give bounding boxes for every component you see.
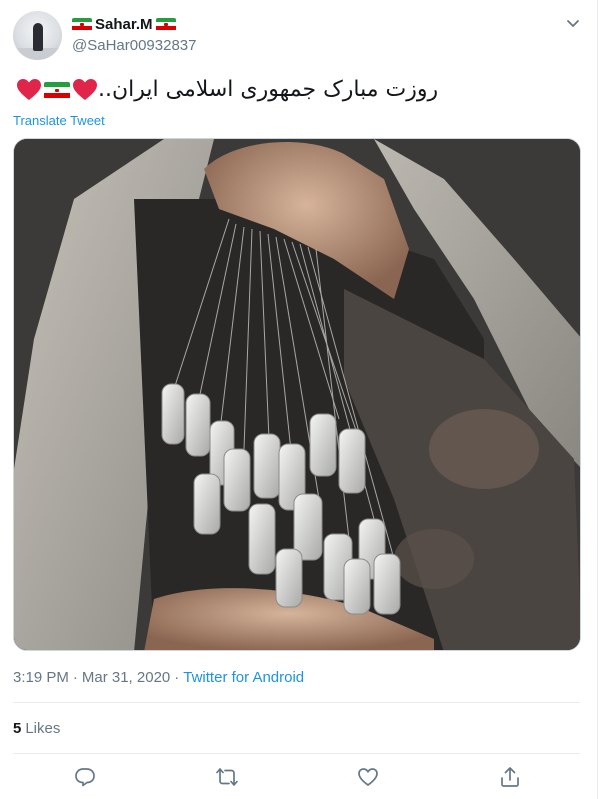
tweet-text: روزت مبارک جمهوری اسلامی ایران.. bbox=[98, 77, 439, 102]
heart-emoji-icon bbox=[73, 79, 97, 100]
like-button[interactable] bbox=[355, 764, 381, 790]
meta-separator: · bbox=[174, 669, 180, 686]
user-handle[interactable]: @SaHar00932837 bbox=[72, 37, 196, 54]
display-name[interactable]: Sahar.M bbox=[95, 16, 153, 33]
tweet-date[interactable]: Mar 31, 2020 bbox=[82, 669, 170, 686]
display-name-row[interactable]: Sahar.M bbox=[72, 14, 196, 34]
author-block[interactable]: Sahar.M @SaHar00932837 bbox=[72, 14, 196, 54]
emoji-group bbox=[16, 78, 98, 102]
divider bbox=[13, 753, 580, 754]
tweet-text-row: روزت مبارک جمهوری اسلامی ایران.. bbox=[14, 74, 579, 106]
likes-label: Likes bbox=[25, 720, 61, 737]
meta-separator: · bbox=[72, 669, 78, 686]
tweet-source-link[interactable]: Twitter for Android bbox=[183, 669, 304, 686]
tweet-time[interactable]: 3:19 PM bbox=[13, 669, 69, 686]
retweet-icon bbox=[216, 768, 238, 786]
reply-icon bbox=[75, 768, 95, 787]
chevron-down-icon[interactable] bbox=[564, 14, 582, 32]
tweet-card: Sahar.M @SaHar00932837 روزت مبارک جمهوری… bbox=[0, 0, 598, 799]
tweet-actions-bar bbox=[0, 764, 598, 790]
translate-tweet-link[interactable]: Translate Tweet bbox=[13, 113, 105, 128]
iran-flag-icon bbox=[155, 17, 176, 31]
tweet-media-image[interactable] bbox=[13, 138, 581, 651]
likes-count-link[interactable]: 5 Likes bbox=[13, 720, 60, 737]
retweet-button[interactable] bbox=[214, 764, 240, 790]
divider bbox=[13, 702, 580, 703]
heart-emoji-icon bbox=[17, 79, 41, 100]
share-button[interactable] bbox=[497, 764, 523, 790]
iran-flag-icon bbox=[44, 81, 70, 99]
iran-flag-icon bbox=[72, 17, 92, 31]
reply-button[interactable] bbox=[72, 764, 98, 790]
avatar[interactable] bbox=[13, 11, 62, 60]
share-icon bbox=[501, 767, 519, 787]
tweet-metadata: 3:19 PM · Mar 31, 2020 · Twitter for And… bbox=[13, 669, 304, 686]
likes-count: 5 bbox=[13, 720, 22, 737]
heart-icon bbox=[358, 768, 378, 786]
